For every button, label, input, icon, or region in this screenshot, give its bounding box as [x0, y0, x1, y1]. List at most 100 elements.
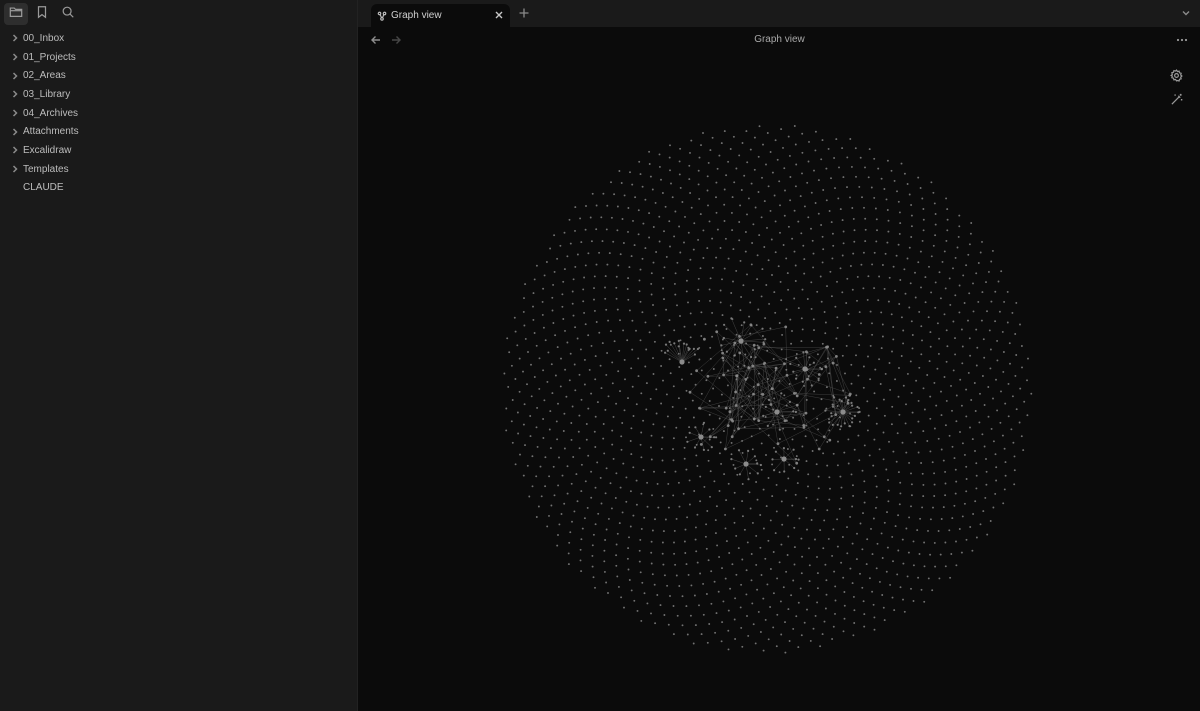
folder-item-areas[interactable]: 02_Areas: [0, 66, 357, 85]
graph-node[interactable]: [651, 494, 653, 497]
graph-node[interactable]: [610, 181, 612, 184]
graph-node[interactable]: [875, 240, 878, 243]
graph-node[interactable]: [562, 430, 565, 432]
graph-node[interactable]: [689, 258, 692, 261]
graph-node[interactable]: [992, 397, 994, 400]
graph-node[interactable]: [552, 283, 555, 286]
graph-node[interactable]: [591, 192, 594, 195]
graph-node[interactable]: [994, 320, 997, 323]
graph-node[interactable]: [793, 526, 796, 529]
graph-node[interactable]: [734, 597, 737, 600]
graph-node[interactable]: [940, 390, 942, 393]
graph-node[interactable]: [643, 592, 646, 595]
graph-node[interactable]: [752, 289, 754, 292]
graph-node[interactable]: [614, 497, 617, 499]
graph-node[interactable]: [826, 509, 829, 512]
graph-node[interactable]: [790, 594, 793, 597]
graph-node[interactable]: [912, 564, 915, 567]
graph-node[interactable]: [755, 481, 758, 483]
graph-node[interactable]: [951, 517, 954, 520]
graph-node[interactable]: [821, 261, 824, 264]
graph-node[interactable]: [811, 450, 814, 452]
graph-node[interactable]: [772, 408, 775, 411]
graph-node[interactable]: [709, 346, 712, 349]
graph-node[interactable]: [920, 325, 923, 328]
graph-node[interactable]: [699, 500, 702, 503]
graph-node[interactable]: [671, 405, 674, 408]
graph-node[interactable]: [531, 455, 534, 458]
graph-node[interactable]: [665, 255, 668, 258]
graph-node[interactable]: [900, 162, 903, 165]
graph-node[interactable]: [820, 224, 823, 226]
graph-node[interactable]: [582, 288, 585, 291]
graph-node[interactable]: [720, 344, 723, 347]
graph-node[interactable]: [766, 424, 769, 427]
graph-node[interactable]: [554, 334, 557, 337]
graph-node[interactable]: [746, 273, 748, 276]
graph-node[interactable]: [803, 258, 806, 261]
graph-node[interactable]: [896, 432, 899, 435]
graph-node[interactable]: [769, 568, 772, 570]
graph-node[interactable]: [583, 311, 586, 314]
graph-node[interactable]: [709, 277, 712, 280]
graph-node[interactable]: [628, 536, 630, 539]
graph-node[interactable]: [1020, 345, 1023, 347]
graph-node[interactable]: [955, 540, 957, 543]
graph-node[interactable]: [816, 498, 819, 501]
graph-node[interactable]: [757, 346, 761, 350]
graph-node[interactable]: [898, 211, 901, 214]
graph-node[interactable]: [946, 229, 949, 232]
graph-node[interactable]: [637, 233, 640, 236]
graph-node[interactable]: [737, 449, 741, 452]
graph-node[interactable]: [699, 572, 702, 575]
graph-node[interactable]: [566, 492, 569, 495]
graph-node[interactable]: [939, 297, 942, 300]
graph-node[interactable]: [650, 562, 653, 565]
graph-node[interactable]: [994, 453, 997, 456]
graph-node[interactable]: [685, 290, 688, 293]
graph-node[interactable]: [723, 323, 726, 326]
graph-node[interactable]: [684, 215, 686, 218]
graph-node[interactable]: [911, 334, 914, 336]
graph-node[interactable]: [930, 255, 933, 258]
graph-node[interactable]: [666, 584, 669, 587]
graph-node[interactable]: [846, 526, 848, 529]
graph-node[interactable]: [743, 426, 746, 429]
graph-node[interactable]: [896, 190, 898, 193]
graph-node[interactable]: [530, 363, 532, 366]
graph-node[interactable]: [944, 565, 947, 568]
graph-node[interactable]: [812, 407, 815, 410]
graph-node[interactable]: [668, 220, 671, 223]
graph-node[interactable]: [594, 415, 597, 418]
graph-node[interactable]: [604, 408, 607, 411]
graph-node[interactable]: [743, 174, 746, 177]
graph-node[interactable]: [744, 353, 747, 356]
graph-node[interactable]: [732, 344, 735, 346]
graph-node[interactable]: [623, 409, 626, 412]
graph-node[interactable]: [749, 148, 752, 151]
graph-node[interactable]: [804, 435, 807, 438]
graph-node[interactable]: [652, 357, 654, 360]
graph-node[interactable]: [757, 155, 760, 158]
graph-node[interactable]: [709, 299, 711, 302]
graph-node[interactable]: [688, 347, 691, 350]
graph-node[interactable]: [533, 278, 536, 281]
graph-node[interactable]: [830, 415, 833, 418]
graph-node[interactable]: [820, 158, 823, 161]
graph-node[interactable]: [856, 532, 858, 535]
graph-node[interactable]: [892, 560, 894, 563]
graph-node[interactable]: [886, 209, 889, 211]
graph-node[interactable]: [883, 287, 886, 290]
graph-node[interactable]: [527, 351, 529, 353]
graph-node[interactable]: [816, 290, 819, 293]
graph-node[interactable]: [935, 404, 938, 407]
graph-node[interactable]: [965, 465, 968, 468]
graph-node[interactable]: [788, 463, 791, 466]
graph-node[interactable]: [608, 252, 611, 255]
graph-node[interactable]: [942, 506, 945, 509]
graph-node[interactable]: [905, 527, 908, 530]
graph-node[interactable]: [757, 419, 761, 422]
graph-node[interactable]: [873, 628, 876, 631]
graph-node[interactable]: [814, 202, 817, 204]
graph-node[interactable]: [549, 410, 552, 413]
